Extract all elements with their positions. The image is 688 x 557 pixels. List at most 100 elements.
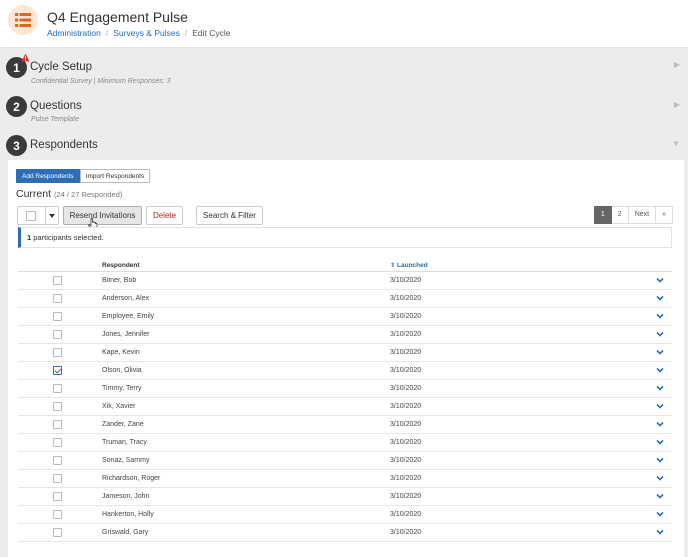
column-header-launched[interactable]: ⇕ Launched: [390, 262, 428, 269]
respondent-name: Jameson, John: [102, 493, 150, 500]
table-row[interactable]: Timmy, Terry 3/10/2020: [18, 380, 672, 398]
step-number: 2: [6, 96, 27, 117]
chevron-down-icon[interactable]: [656, 294, 664, 302]
respondent-name: Anderson, Alex: [102, 295, 150, 302]
chevron-down-icon[interactable]: [656, 510, 664, 518]
chevron-down-icon[interactable]: [656, 420, 664, 428]
chevron-right-icon[interactable]: ▶: [674, 100, 680, 109]
breadcrumb-separator: /: [105, 28, 109, 38]
chevron-down-icon[interactable]: [656, 438, 664, 446]
chevron-down-icon[interactable]: [656, 384, 664, 392]
row-checkbox[interactable]: [53, 492, 62, 501]
row-checkbox[interactable]: [53, 312, 62, 321]
row-checkbox[interactable]: [53, 330, 62, 339]
table-row[interactable]: Employee, Emily 3/10/2020: [18, 308, 672, 326]
row-checkbox[interactable]: [53, 384, 62, 393]
table-row[interactable]: Griswald, Gary 3/10/2020: [18, 524, 672, 542]
chevron-down-icon[interactable]: ▼: [672, 139, 680, 148]
respondent-name: Sonaz, Sammy: [102, 457, 150, 464]
row-checkbox[interactable]: [53, 474, 62, 483]
select-all-dropdown[interactable]: [17, 206, 59, 225]
page-1-button[interactable]: 1: [593, 206, 612, 224]
page-2-button[interactable]: 2: [611, 206, 629, 224]
launched-date: 3/10/2020: [390, 277, 422, 284]
step-subtitle: Pulse Template: [31, 116, 79, 123]
table-row[interactable]: Bitner, Bob 3/10/2020: [18, 272, 672, 290]
launched-date: 3/10/2020: [390, 529, 422, 536]
table-body: Bitner, Bob 3/10/2020 Anderson, Alex 3/10/2…: [18, 272, 672, 542]
search-filter-button[interactable]: Search & Filter: [196, 206, 263, 225]
delete-button[interactable]: Delete: [146, 206, 183, 225]
respondent-name: Employee, Emily: [102, 313, 155, 320]
breadcrumb: Administration / Surveys & Pulses / Edit Cyc…: [47, 28, 231, 38]
table-row[interactable]: Zander, Zane 3/10/2020: [18, 416, 672, 434]
chevron-down-icon[interactable]: [656, 492, 664, 500]
respondent-name: Bitner, Bob: [102, 277, 137, 284]
respondent-name: Truman, Tracy: [102, 439, 147, 446]
respondents-panel: Add Respondents Import Respondents Curre…: [8, 160, 684, 557]
chevron-down-icon[interactable]: [656, 366, 664, 374]
chevron-down-icon[interactable]: [656, 276, 664, 284]
table-row[interactable]: Hankerton, Holly 3/10/2020: [18, 506, 672, 524]
launched-date: 3/10/2020: [390, 475, 422, 482]
launched-date: 3/10/2020: [390, 367, 422, 374]
respondent-name: Richardson, Roger: [102, 475, 161, 482]
breadcrumb-administration[interactable]: Administration: [47, 28, 101, 38]
add-respondents-button[interactable]: Add Respondents: [16, 169, 80, 183]
import-respondents-button[interactable]: Import Respondents: [79, 169, 151, 183]
sort-icon: ⇕: [390, 263, 396, 269]
table-row[interactable]: Olson, Olivia 3/10/2020: [18, 362, 672, 380]
row-checkbox[interactable]: [53, 348, 62, 357]
caret-down-icon[interactable]: [49, 214, 55, 218]
respondent-name: Hankerton, Holly: [102, 511, 154, 518]
pagination: 1 2 Next »: [593, 206, 673, 224]
step-respondents[interactable]: 3 Respondents ▼: [0, 135, 688, 157]
step-number: 3: [6, 135, 27, 156]
chevron-right-icon[interactable]: ▶: [674, 60, 680, 69]
table-row[interactable]: Kape, Kevin 3/10/2020: [18, 344, 672, 362]
step-questions[interactable]: 2 Questions Pulse Template ▶: [0, 96, 688, 126]
column-header-respondent[interactable]: Respondent: [102, 262, 140, 269]
list-icon: [8, 5, 38, 35]
table-row[interactable]: Jameson, John 3/10/2020: [18, 488, 672, 506]
row-checkbox[interactable]: [53, 456, 62, 465]
respondent-tabs: Add Respondents Import Respondents: [16, 169, 151, 183]
launched-date: 3/10/2020: [390, 349, 422, 356]
breadcrumb-surveys-pulses[interactable]: Surveys & Pulses: [113, 28, 180, 38]
respondent-name: Griswald, Gary: [102, 529, 149, 536]
page-title: Q4 Engagement Pulse: [47, 9, 188, 25]
chevron-down-icon[interactable]: [656, 528, 664, 536]
chevron-down-icon[interactable]: [656, 474, 664, 482]
row-checkbox[interactable]: [53, 366, 62, 375]
launched-date: 3/10/2020: [390, 457, 422, 464]
select-all-checkbox[interactable]: [26, 211, 36, 221]
chevron-down-icon[interactable]: [656, 312, 664, 320]
selected-count: 1: [27, 233, 32, 242]
chevron-down-icon[interactable]: [656, 402, 664, 410]
row-checkbox[interactable]: [53, 276, 62, 285]
row-checkbox[interactable]: [53, 420, 62, 429]
row-checkbox[interactable]: [53, 510, 62, 519]
table-row[interactable]: Anderson, Alex 3/10/2020: [18, 290, 672, 308]
launched-date: 3/10/2020: [390, 331, 422, 338]
chevron-down-icon[interactable]: [656, 456, 664, 464]
respondent-name: Jones, Jennifer: [102, 331, 150, 338]
row-checkbox[interactable]: [53, 294, 62, 303]
next-page-button[interactable]: Next: [628, 206, 657, 224]
last-page-button[interactable]: »: [656, 206, 673, 224]
table-row[interactable]: Jones, Jennifer 3/10/2020: [18, 326, 672, 344]
row-checkbox[interactable]: [53, 438, 62, 447]
row-checkbox[interactable]: [53, 402, 62, 411]
table-row[interactable]: Xik, Xavier 3/10/2020: [18, 398, 672, 416]
chevron-down-icon[interactable]: [656, 348, 664, 356]
step-cycle-setup[interactable]: 1 Cycle Setup Confidential Survey | Mini…: [0, 53, 688, 90]
row-checkbox[interactable]: [53, 528, 62, 537]
table-row[interactable]: Truman, Tracy 3/10/2020: [18, 434, 672, 452]
table-row[interactable]: Richardson, Roger 3/10/2020: [18, 470, 672, 488]
table-row[interactable]: Sonaz, Sammy 3/10/2020: [18, 452, 672, 470]
launched-label: Launched: [397, 262, 428, 269]
current-heading: Current (24 / 27 Responded): [16, 188, 122, 200]
chevron-down-icon[interactable]: [656, 330, 664, 338]
resend-invitations-button[interactable]: Resend Invitations: [63, 206, 142, 225]
launched-date: 3/10/2020: [390, 295, 422, 302]
